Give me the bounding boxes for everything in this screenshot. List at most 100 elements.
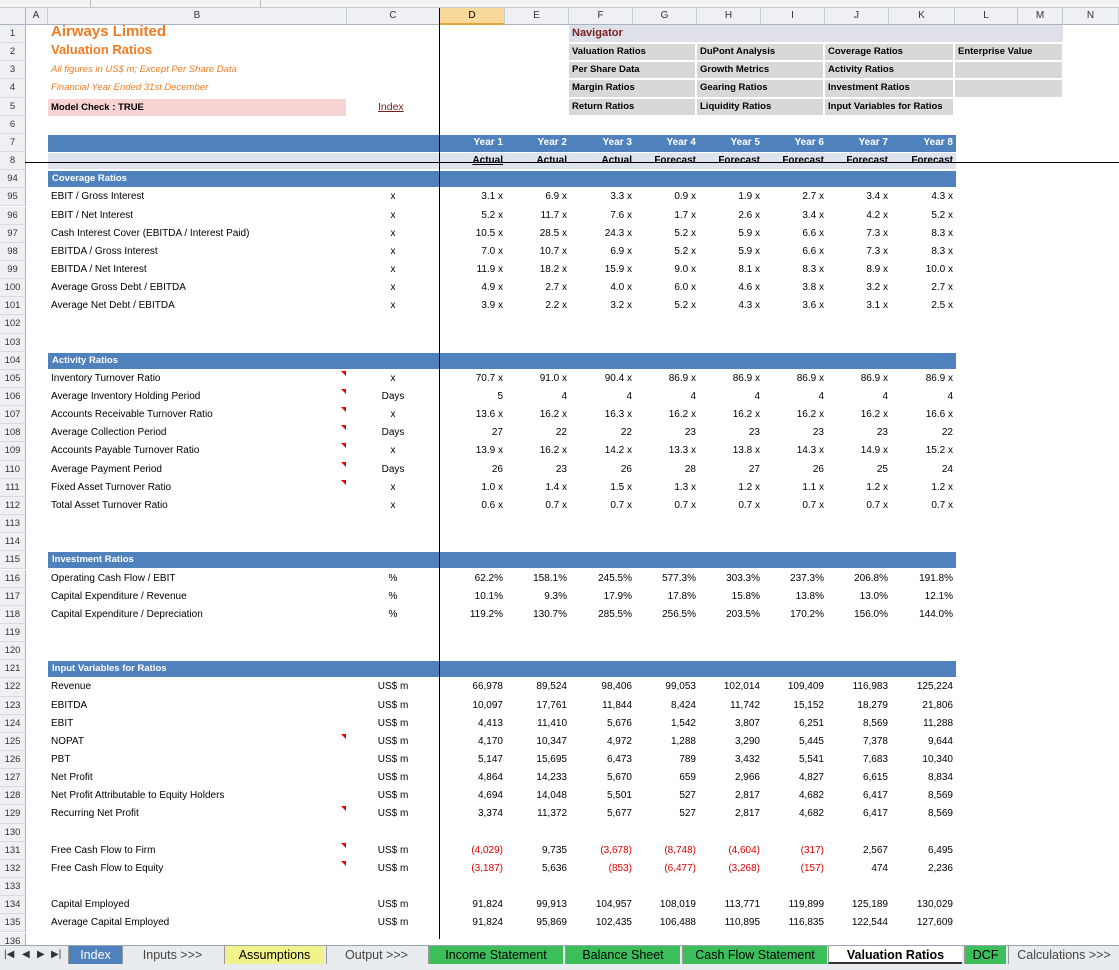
row-header[interactable]: 111: [0, 478, 26, 497]
value-cell[interactable]: 6,473: [572, 751, 632, 769]
value-cell[interactable]: 1.2 x: [700, 479, 760, 497]
value-cell[interactable]: 11.7 x: [507, 207, 568, 225]
value-cell[interactable]: 86.9 x: [636, 370, 696, 388]
value-cell[interactable]: 5.2 x: [636, 243, 696, 261]
value-cell[interactable]: 527: [636, 805, 696, 823]
row-header[interactable]: 119: [0, 623, 26, 643]
value-cell[interactable]: 4,972: [572, 733, 632, 751]
value-cell[interactable]: 106,488: [636, 914, 696, 932]
value-cell[interactable]: 5,636: [507, 860, 567, 878]
row-header[interactable]: 96: [0, 206, 26, 225]
value-cell[interactable]: 245.5%: [572, 570, 632, 588]
value-cell[interactable]: 109,409: [764, 678, 824, 696]
column-header-n[interactable]: N: [1063, 8, 1119, 24]
value-cell[interactable]: 3,432: [700, 751, 760, 769]
value-cell[interactable]: 14.3 x: [764, 442, 824, 460]
value-cell[interactable]: 1.2 x: [893, 479, 953, 497]
value-cell[interactable]: 26: [572, 461, 632, 479]
value-cell[interactable]: 86.9 x: [893, 370, 953, 388]
column-header-a[interactable]: A: [25, 8, 48, 24]
value-cell[interactable]: 10.7 x: [507, 243, 567, 261]
value-cell[interactable]: 285.5%: [572, 606, 632, 624]
value-cell[interactable]: 191.8%: [893, 570, 953, 588]
value-cell[interactable]: 8.3 x: [893, 225, 953, 243]
column-header-f[interactable]: F: [569, 8, 633, 24]
value-cell[interactable]: 7.3 x: [828, 225, 888, 243]
value-cell[interactable]: 13.3 x: [636, 442, 696, 460]
value-cell[interactable]: 1,542: [636, 715, 696, 733]
value-cell[interactable]: 3.4 x: [828, 188, 888, 206]
value-cell[interactable]: 99,913: [507, 896, 567, 914]
value-cell[interactable]: 119,899: [764, 896, 824, 914]
value-cell[interactable]: 116,983: [828, 678, 888, 696]
value-cell[interactable]: 2.5 x: [893, 297, 953, 315]
row-header[interactable]: 118: [0, 605, 26, 624]
value-cell[interactable]: 5,670: [572, 769, 632, 787]
value-cell[interactable]: 5: [443, 388, 503, 406]
value-cell[interactable]: 28.5 x: [507, 225, 567, 243]
value-cell[interactable]: 203.5%: [700, 606, 760, 624]
column-header-e[interactable]: E: [505, 8, 569, 24]
value-cell[interactable]: 1,288: [636, 733, 696, 751]
value-cell[interactable]: 0.7 x: [764, 497, 824, 515]
nav-button-activity-ratios[interactable]: Activity Ratios: [825, 62, 953, 79]
value-cell[interactable]: 13.8 x: [700, 442, 760, 460]
value-cell[interactable]: 4.3 x: [700, 297, 760, 315]
row-header[interactable]: 101: [0, 297, 26, 316]
value-cell[interactable]: 11,742: [700, 697, 760, 715]
row-header[interactable]: 126: [0, 751, 26, 770]
sheet-tab-inputs[interactable]: Inputs >>>: [122, 946, 222, 964]
value-cell[interactable]: 6.6 x: [764, 225, 824, 243]
row-header[interactable]: 116: [0, 569, 26, 588]
value-cell[interactable]: 3.9 x: [443, 297, 503, 315]
value-cell[interactable]: 17.9%: [572, 588, 632, 606]
value-cell[interactable]: 13.9 x: [443, 442, 503, 460]
value-cell[interactable]: 4: [507, 388, 567, 406]
row-header[interactable]: 131: [0, 841, 26, 860]
row-header[interactable]: 130: [0, 823, 26, 842]
value-cell[interactable]: 11,844: [572, 697, 632, 715]
name-box[interactable]: [0, 0, 91, 7]
value-cell[interactable]: (3,678): [572, 842, 632, 860]
value-cell[interactable]: (3,268): [700, 860, 760, 878]
value-cell[interactable]: 4: [828, 388, 888, 406]
value-cell[interactable]: 8,569: [893, 805, 953, 823]
value-cell[interactable]: (4,604): [700, 842, 760, 860]
value-cell[interactable]: 125,224: [893, 678, 953, 696]
row-header[interactable]: 106: [0, 388, 26, 407]
value-cell[interactable]: 102,435: [572, 914, 632, 932]
nav-button-enterprise-value[interactable]: Enterprise Value: [955, 44, 1062, 61]
value-cell[interactable]: 11,372: [507, 805, 567, 823]
value-cell[interactable]: 4.2 x: [828, 207, 888, 225]
value-cell[interactable]: 3.6 x: [764, 297, 824, 315]
value-cell[interactable]: 15,152: [764, 697, 824, 715]
value-cell[interactable]: 2,817: [700, 805, 760, 823]
value-cell[interactable]: 6,495: [893, 842, 953, 860]
value-cell[interactable]: 5,147: [443, 751, 503, 769]
row-header[interactable]: 133: [0, 878, 26, 897]
last-sheet-icon[interactable]: ▶|: [51, 949, 61, 960]
nav-button-gearing-ratios[interactable]: Gearing Ratios: [697, 80, 823, 97]
column-header-d[interactable]: D: [440, 8, 505, 25]
value-cell[interactable]: 113,771: [700, 896, 760, 914]
value-cell[interactable]: 2,817: [700, 787, 760, 805]
value-cell[interactable]: 5,445: [764, 733, 824, 751]
value-cell[interactable]: 8.1 x: [700, 261, 760, 279]
value-cell[interactable]: 4,827: [764, 769, 824, 787]
value-cell[interactable]: 9.3%: [507, 588, 567, 606]
value-cell[interactable]: 4,694: [443, 787, 503, 805]
value-cell[interactable]: 6,615: [828, 769, 888, 787]
value-cell[interactable]: 13.8%: [764, 588, 824, 606]
column-header-l[interactable]: L: [955, 8, 1018, 24]
value-cell[interactable]: 13.0%: [828, 588, 888, 606]
value-cell[interactable]: 26: [443, 461, 503, 479]
value-cell[interactable]: 102,014: [700, 678, 760, 696]
value-cell[interactable]: 62.2%: [443, 570, 503, 588]
value-cell[interactable]: 1.5 x: [572, 479, 632, 497]
value-cell[interactable]: 2.7 x: [764, 188, 824, 206]
value-cell[interactable]: 1.1 x: [764, 479, 824, 497]
value-cell[interactable]: 86.9 x: [828, 370, 888, 388]
value-cell[interactable]: 86.9 x: [764, 370, 824, 388]
value-cell[interactable]: 170.2%: [764, 606, 824, 624]
row-header[interactable]: 114: [0, 533, 26, 552]
